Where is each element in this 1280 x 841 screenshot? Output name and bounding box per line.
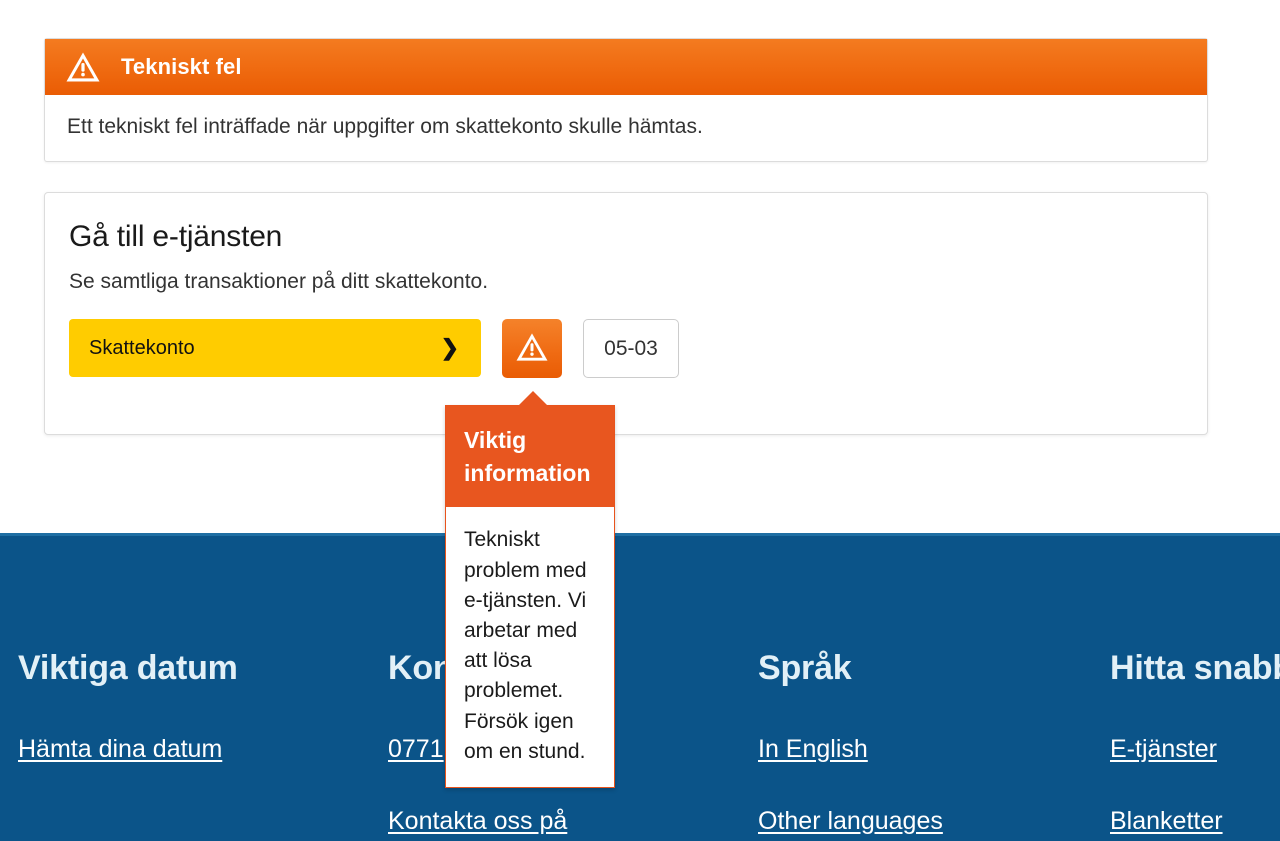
error-panel-header: Tekniskt fel [45, 39, 1207, 95]
warning-info-button[interactable] [502, 319, 562, 378]
footer-heading: Språk [758, 649, 852, 687]
tooltip-body-text: Tekniskt problem med e-tjänsten. Vi arbe… [464, 528, 587, 763]
tooltip-arrow [517, 391, 549, 407]
footer-column-sprak: Språk In English Other languages [740, 536, 1110, 836]
error-panel-title: Tekniskt fel [121, 54, 242, 79]
tooltip-title: Viktig information [464, 427, 591, 486]
tooltip-body: Tekniskt problem med e-tjänsten. Vi arbe… [446, 507, 614, 788]
skattekonto-button-label: Skattekonto [89, 336, 195, 359]
date-badge: 05-03 [583, 319, 679, 378]
skattekonto-button[interactable]: Skattekonto ❯ [69, 319, 481, 377]
warning-triangle-icon [65, 51, 101, 83]
page-root: Tekniskt fel Ett tekniskt fel inträffade… [0, 0, 1280, 841]
footer-link-kontakta-oss[interactable]: Kontakta oss på [388, 807, 740, 836]
footer-link-blanketter[interactable]: Blanketter [1110, 807, 1280, 836]
footer-column-viktiga-datum: Viktiga datum Hämta dina datum [0, 536, 370, 836]
footer-heading: Hitta snabbt [1110, 649, 1280, 687]
footer-heading: Viktiga datum [18, 649, 238, 687]
service-card-title: Gå till e-tjänsten [69, 220, 283, 253]
service-card: Gå till e-tjänsten Se samtliga transakti… [44, 192, 1208, 435]
warning-triangle-icon [515, 332, 549, 365]
tooltip-header: Viktig information [446, 406, 614, 508]
footer-link-in-english[interactable]: In English [758, 735, 1110, 764]
footer-columns: Viktiga datum Hämta dina datum Kontakt 0… [0, 536, 1280, 836]
service-card-actions: Skattekonto ❯ 05-03 [69, 319, 1207, 378]
error-panel-message: Ett tekniskt fel inträffade när uppgifte… [67, 115, 703, 138]
footer-link-hamta-dina-datum[interactable]: Hämta dina datum [18, 735, 370, 764]
service-card-subtitle: Se samtliga transaktioner på ditt skatte… [69, 270, 489, 293]
footer-column-hitta-snabbt: Hitta snabbt E-tjänster Blanketter [1110, 536, 1280, 836]
footer-link-other-languages[interactable]: Other languages [758, 807, 1110, 836]
site-footer: Viktiga datum Hämta dina datum Kontakt 0… [0, 533, 1280, 841]
error-panel: Tekniskt fel Ett tekniskt fel inträffade… [44, 38, 1208, 163]
important-information-tooltip: Viktig information Tekniskt problem med … [445, 391, 615, 789]
chevron-right-icon: ❯ [440, 335, 459, 360]
footer-link-e-tjanster[interactable]: E-tjänster [1110, 735, 1280, 764]
